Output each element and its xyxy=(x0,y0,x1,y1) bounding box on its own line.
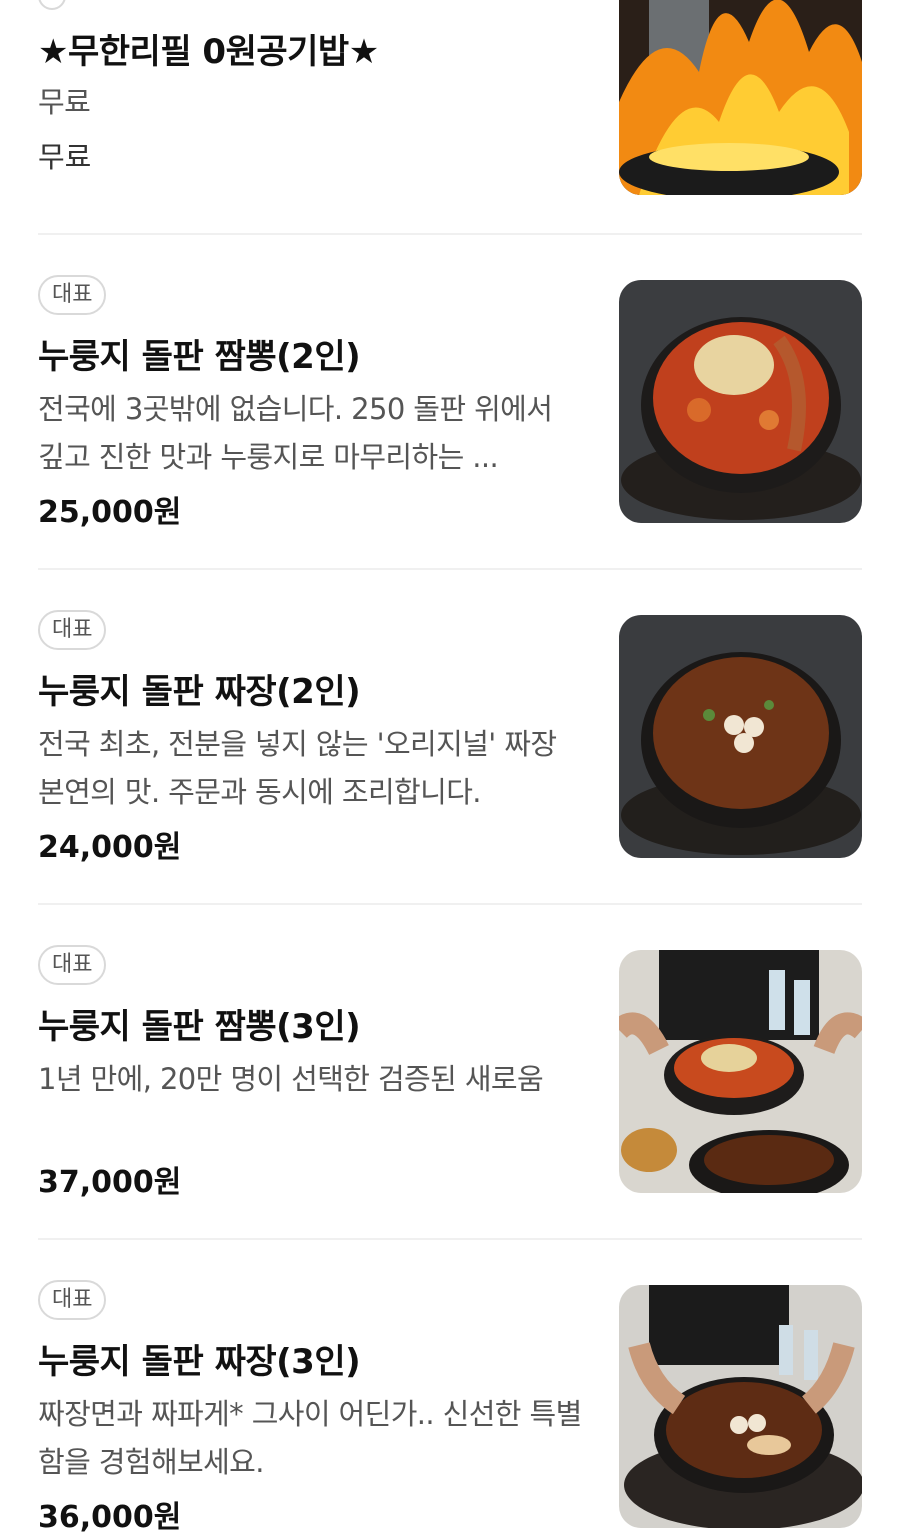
signature-badge: 대표 xyxy=(38,945,107,985)
divider xyxy=(38,1238,862,1240)
signature-badge: 대표 xyxy=(38,275,107,315)
divider xyxy=(38,568,862,570)
signature-badge: 대표 xyxy=(38,1280,107,1320)
menu-item-jjamppong-3[interactable]: 대표 누룽지 돌판 짬뽕(3인) 1년 만에, 20만 명이 선택한 검증된 새… xyxy=(38,945,862,1200)
menu-item-price: 25,000원 xyxy=(38,495,182,530)
menu-item-price: 24,000원 xyxy=(38,830,182,865)
divider xyxy=(38,903,862,905)
menu-item-name: ★무한리필 0원공기밥★ xyxy=(38,32,379,72)
menu-item-free-rice[interactable]: ★무한리필 0원공기밥★ 무료 무료 xyxy=(38,0,862,200)
stone-pot-jjajang-serving-photo xyxy=(619,1285,862,1528)
menu-item-price: 무료 xyxy=(38,140,92,174)
menu-item-description: 전국에 3곳밖에 없습니다. 250 돌판 위에서 깊고 진한 맛과 누룽지로 … xyxy=(38,392,553,474)
menu-badge xyxy=(38,0,66,10)
menu-item-jjajang-3[interactable]: 대표 누룽지 돌판 짜장(3인) 짜장면과 짜파게* 그사이 어딘가.. 신선한… xyxy=(38,1280,862,1535)
stone-pot-jjajang-photo xyxy=(619,615,862,858)
table-spread-photo xyxy=(619,950,862,1193)
menu-item-name: 누룽지 돌판 짬뽕(3인) xyxy=(38,1007,361,1047)
menu-item-jjamppong-2[interactable]: 대표 누룽지 돌판 짬뽕(2인) 전국에 3곳밖에 없습니다. 250 돌판 위… xyxy=(38,275,862,530)
stone-pot-jjamppong-photo xyxy=(619,280,862,523)
menu-item-name: 누룽지 돌판 짜장(3인) xyxy=(38,1342,361,1382)
menu-item-description: 전국 최초, 전분을 넣지 않는 '오리지널' 짜장 본연의 맛. 주문과 동시… xyxy=(38,727,557,809)
menu-item-description: 짜장면과 짜파게* 그사이 어딘가.. 신선한 특별함을 경험해보세요. xyxy=(38,1397,582,1479)
menu-list: ★무한리필 0원공기밥★ 무료 무료 대표 누룽지 돌판 짬뽕(2인) 전국에 … xyxy=(0,0,900,1540)
flaming-wok-photo xyxy=(619,0,862,195)
menu-item-jjajang-2[interactable]: 대표 누룽지 돌판 짜장(2인) 전국 최초, 전분을 넣지 않는 '오리지널'… xyxy=(38,610,862,865)
menu-item-description: 1년 만에, 20만 명이 선택한 검증된 새로움 xyxy=(38,1062,544,1096)
menu-item-name: 누룽지 돌판 짜장(2인) xyxy=(38,672,361,712)
menu-item-description: 무료 xyxy=(38,85,91,119)
menu-item-price: 36,000원 xyxy=(38,1500,182,1535)
menu-item-price: 37,000원 xyxy=(38,1165,182,1200)
menu-item-name: 누룽지 돌판 짬뽕(2인) xyxy=(38,337,361,377)
signature-badge: 대표 xyxy=(38,610,107,650)
divider xyxy=(38,233,862,235)
